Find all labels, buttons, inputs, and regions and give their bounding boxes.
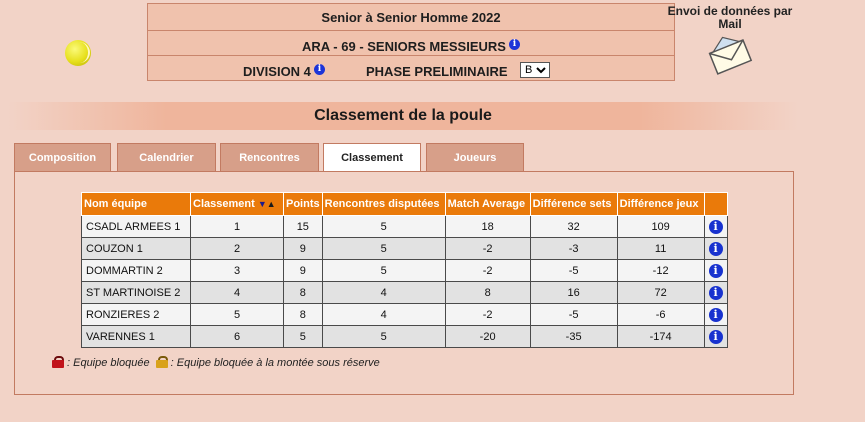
info-icon[interactable]: i (708, 285, 723, 300)
played-cell: 5 (321, 259, 446, 282)
team-name: CSADL ARMEES 1 (81, 215, 191, 238)
info-cell: i (703, 215, 728, 238)
rank-cell: 2 (190, 237, 284, 260)
col-team: Nom équipe (81, 192, 191, 216)
team-name: VARENNES 1 (81, 325, 191, 348)
info-icon[interactable]: i (708, 241, 723, 256)
mail-label: Envoi de données par Mail (667, 4, 793, 31)
info-icon[interactable]: i (708, 307, 723, 322)
col-rank[interactable]: Classement ▼▲ (190, 192, 284, 216)
gold-lock-icon (155, 356, 168, 368)
rank-cell: 1 (190, 215, 284, 238)
points-cell: 15 (283, 215, 323, 238)
diff-sets-cell: -35 (529, 325, 618, 348)
points-cell: 9 (283, 259, 323, 282)
ranking-table: Nom équipe Classement ▼▲ Points Rencontr… (81, 192, 728, 348)
phase-label: PHASE PRELIMINAIRE (366, 64, 508, 79)
info-icon[interactable]: i (708, 263, 723, 278)
points-cell: 8 (283, 281, 323, 304)
info-icon[interactable]: i (708, 329, 723, 344)
points-cell: 5 (283, 325, 323, 348)
col-rank-label: Classement (193, 198, 255, 210)
table-row: RONZIERES 2 5 8 4 -2 -5 -6 i (81, 303, 728, 326)
info-cell: i (703, 237, 728, 260)
tab-classement[interactable]: Classement (323, 143, 421, 172)
tab-composition[interactable]: Composition (14, 143, 111, 171)
diff-games-cell: -6 (616, 303, 705, 326)
table-header-row: Nom équipe Classement ▼▲ Points Rencontr… (81, 192, 728, 216)
team-name: DOMMARTIN 2 (81, 259, 191, 282)
diff-games-cell: -12 (616, 259, 705, 282)
info-cell: i (703, 325, 728, 348)
sort-asc-icon[interactable]: ▲ (267, 199, 276, 209)
competition-header: Senior à Senior Homme 2022 ARA - 69 - SE… (147, 3, 675, 81)
division-row: DIVISION 4i PHASE PRELIMINAIRE B (148, 57, 674, 81)
info-cell: i (703, 259, 728, 282)
match-average-cell: -2 (444, 303, 531, 326)
played-cell: 4 (321, 281, 446, 304)
team-name: ST MARTINOISE 2 (81, 281, 191, 304)
rank-cell: 5 (190, 303, 284, 326)
match-average-cell: 8 (444, 281, 531, 304)
rank-cell: 3 (190, 259, 284, 282)
league-row: ARA - 69 - SENIORS MESSIEURS i (148, 30, 674, 56)
tab-rencontres[interactable]: Rencontres (220, 143, 319, 171)
info-cell: i (703, 281, 728, 304)
played-cell: 5 (321, 215, 446, 238)
played-cell: 5 (321, 325, 446, 348)
col-match-average: Match Average (444, 192, 531, 216)
sort-desc-icon[interactable]: ▼ (258, 199, 267, 209)
points-cell: 9 (283, 237, 323, 260)
team-name: COUZON 1 (81, 237, 191, 260)
info-icon[interactable]: i (708, 219, 723, 234)
match-average-cell: 18 (444, 215, 531, 238)
competition-title: Senior à Senior Homme 2022 (148, 10, 674, 31)
legend: : Equipe bloquée : Equipe bloquée à la m… (52, 356, 380, 369)
played-cell: 5 (321, 237, 446, 260)
table-row: DOMMARTIN 2 3 9 5 -2 -5 -12 i (81, 259, 728, 282)
points-cell: 8 (283, 303, 323, 326)
team-name: RONZIERES 2 (81, 303, 191, 326)
col-info (703, 192, 728, 216)
division-label: DIVISION 4 (243, 64, 311, 79)
legend-blocked-promotion: : Equipe bloquée à la montée sous réserv… (170, 357, 380, 369)
table-row: CSADL ARMEES 1 1 15 5 18 32 109 i (81, 215, 728, 238)
diff-games-cell: 11 (616, 237, 705, 260)
diff-sets-cell: -5 (529, 303, 618, 326)
table-row: ST MARTINOISE 2 4 8 4 8 16 72 i (81, 281, 728, 304)
diff-sets-cell: -5 (529, 259, 618, 282)
envelope-icon[interactable] (707, 34, 753, 78)
diff-sets-cell: 32 (529, 215, 618, 238)
red-lock-icon (52, 356, 64, 368)
diff-sets-cell: 16 (529, 281, 618, 304)
diff-sets-cell: -3 (529, 237, 618, 260)
rank-cell: 6 (190, 325, 284, 348)
played-cell: 4 (321, 303, 446, 326)
legend-blocked: : Equipe bloquée (67, 357, 150, 369)
match-average-cell: -20 (444, 325, 531, 348)
diff-games-cell: -174 (616, 325, 705, 348)
col-points: Points (283, 192, 323, 216)
table-row: COUZON 1 2 9 5 -2 -3 11 i (81, 237, 728, 260)
rank-cell: 4 (190, 281, 284, 304)
diff-games-cell: 72 (616, 281, 705, 304)
tab-joueurs[interactable]: Joueurs (426, 143, 524, 171)
league-name: ARA - 69 - SENIORS MESSIEURS (302, 39, 506, 54)
match-average-cell: -2 (444, 259, 531, 282)
col-played: Rencontres disputées (321, 192, 446, 216)
info-icon[interactable]: i (508, 39, 520, 50)
col-diff-sets: Différence sets (529, 192, 618, 216)
poule-select[interactable]: B (520, 62, 550, 78)
info-cell: i (703, 303, 728, 326)
table-row: VARENNES 1 6 5 5 -20 -35 -174 i (81, 325, 728, 348)
match-average-cell: -2 (444, 237, 531, 260)
tab-calendrier[interactable]: Calendrier (117, 143, 216, 171)
tennis-ball-icon (65, 40, 91, 66)
diff-games-cell: 109 (616, 215, 705, 238)
col-diff-games: Différence jeux (616, 192, 705, 216)
info-icon[interactable]: i (313, 64, 325, 75)
section-title: Classement de la poule (8, 102, 798, 130)
